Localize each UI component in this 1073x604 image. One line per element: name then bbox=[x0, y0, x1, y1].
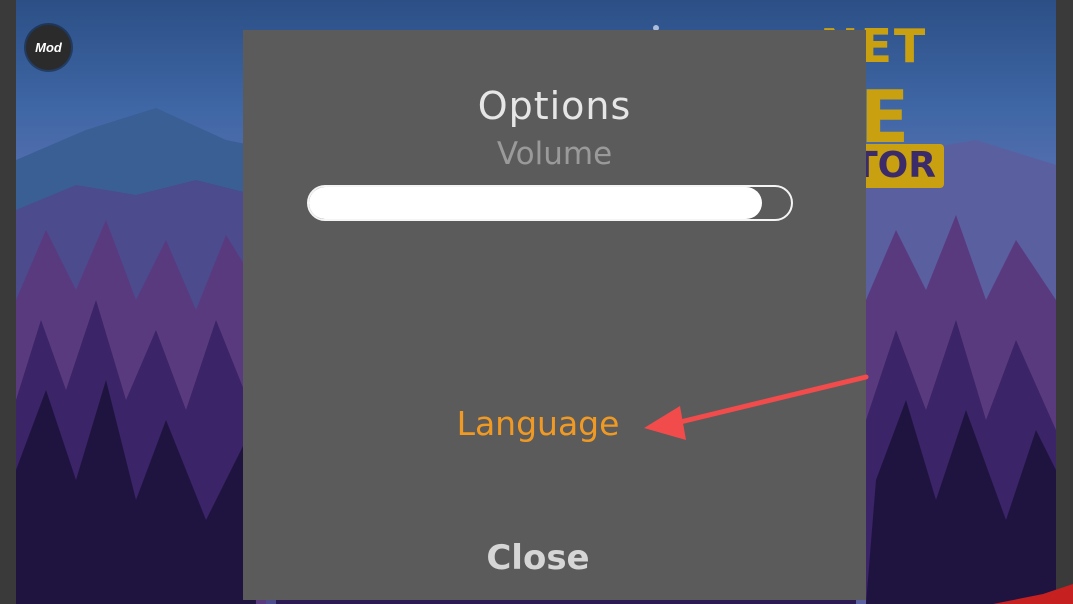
volume-label: Volume bbox=[496, 136, 613, 172]
corner-decoration bbox=[993, 584, 1073, 604]
mod-badge-label: Mod bbox=[35, 40, 62, 55]
volume-slider[interactable] bbox=[307, 185, 793, 221]
logo-line-2: E bbox=[860, 75, 910, 159]
mod-menu-button[interactable]: Mod bbox=[26, 25, 71, 70]
volume-slider-fill bbox=[309, 187, 763, 219]
dialog-title: Options bbox=[477, 84, 632, 128]
close-button[interactable]: Close bbox=[243, 538, 833, 578]
window-edge bbox=[1056, 0, 1073, 604]
options-dialog: Options Volume Language Close bbox=[243, 30, 866, 600]
language-button[interactable]: Language bbox=[243, 404, 833, 443]
